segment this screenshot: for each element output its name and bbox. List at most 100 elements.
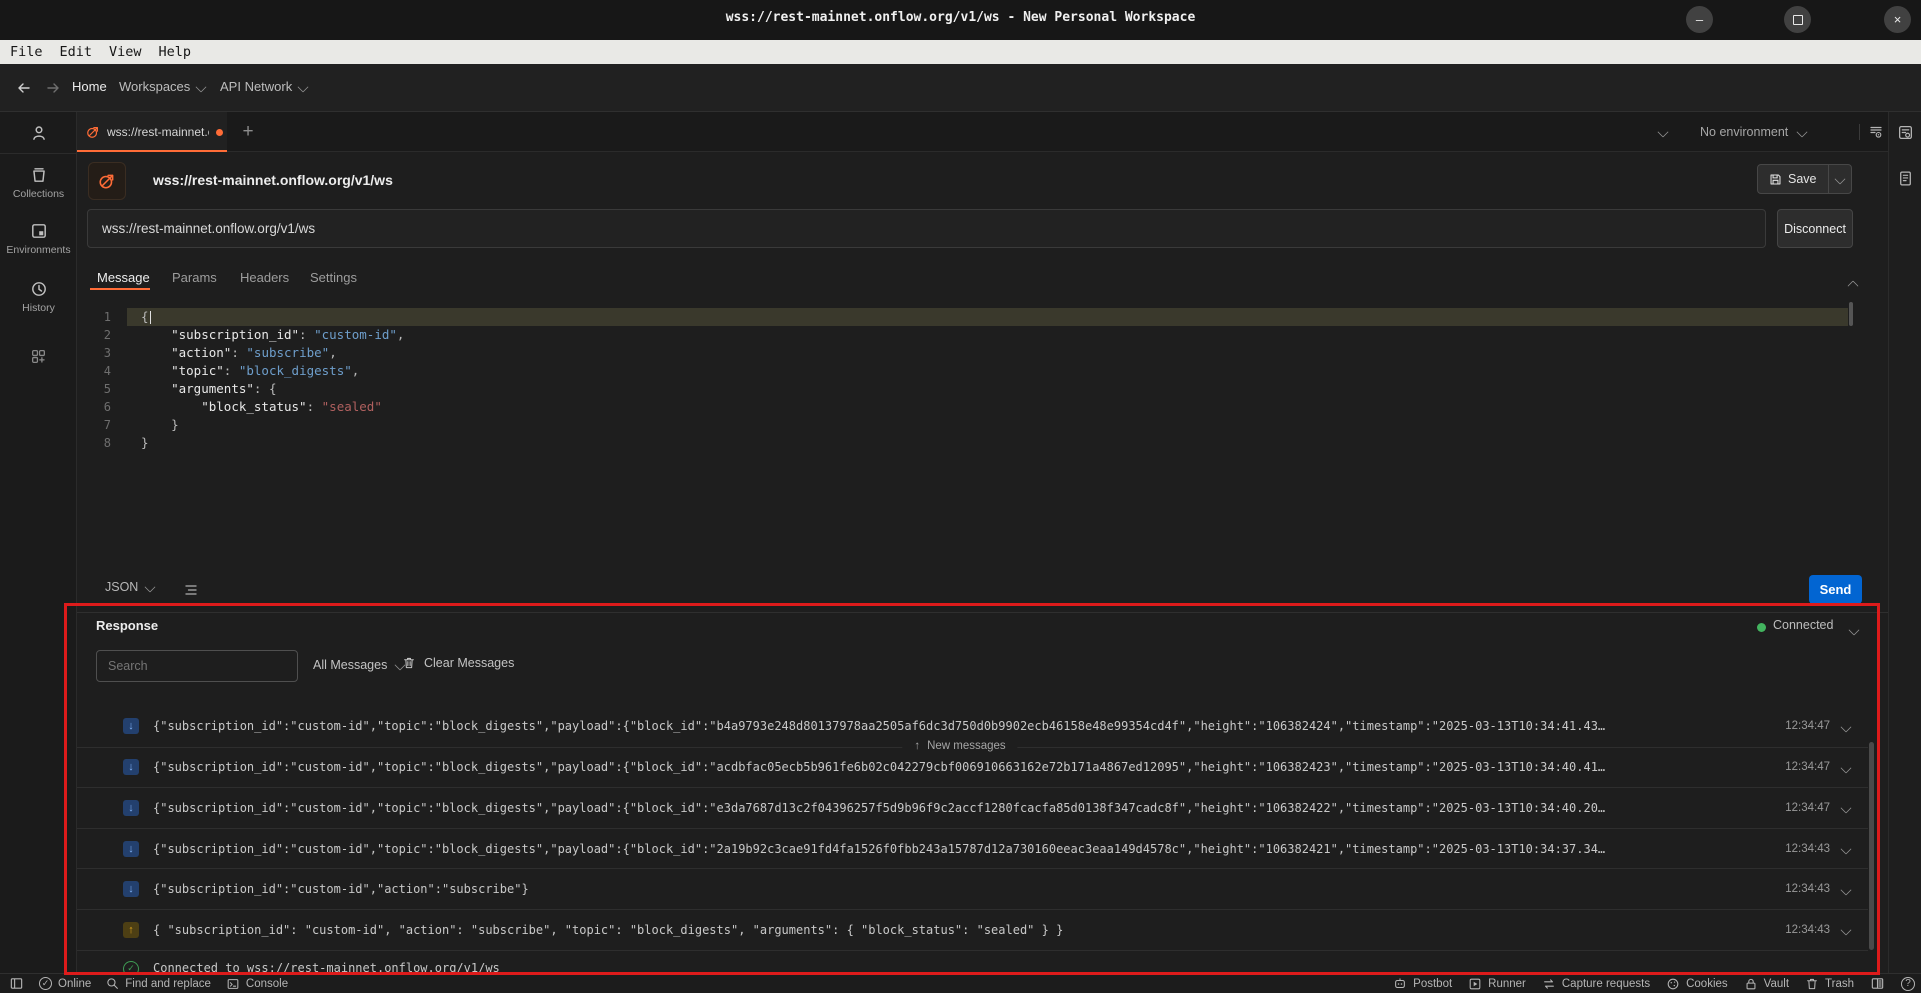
tab-overflow-chevron[interactable] xyxy=(1659,112,1667,152)
trash-icon xyxy=(1805,977,1819,991)
response-search-input[interactable] xyxy=(96,650,298,682)
restore-button[interactable] xyxy=(1784,6,1811,33)
sidebar-configure-icon[interactable] xyxy=(0,348,77,365)
received-arrow-icon: ↓ xyxy=(123,800,139,816)
message-type-select[interactable]: JSON xyxy=(105,580,154,594)
environment-eye-icon[interactable] xyxy=(1868,112,1884,152)
two-pane-view-icon[interactable] xyxy=(1870,976,1885,991)
lock-icon xyxy=(1744,977,1758,991)
back-arrow-icon[interactable] xyxy=(16,80,32,96)
editor-line[interactable]: 8} xyxy=(77,434,1848,452)
postbot-button[interactable]: Postbot xyxy=(1393,977,1452,991)
message-row[interactable]: ✓Connected to wss://rest-mainnet.onflow.… xyxy=(77,950,1868,973)
tab-settings[interactable]: Settings xyxy=(310,270,357,285)
help-icon[interactable]: ? xyxy=(1901,977,1915,991)
expand-message-chevron[interactable] xyxy=(1842,719,1850,734)
menu-edit[interactable]: Edit xyxy=(60,44,93,60)
message-row[interactable]: ↑{ "subscription_id": "custom-id", "acti… xyxy=(77,909,1868,950)
line-number: 4 xyxy=(77,362,127,380)
collections-icon xyxy=(30,166,48,184)
online-status[interactable]: ✓Online xyxy=(39,977,91,990)
menu-view[interactable]: View xyxy=(109,44,142,60)
sidebar-item-profile[interactable] xyxy=(0,124,77,142)
expand-message-chevron[interactable] xyxy=(1842,760,1850,775)
runner-button[interactable]: Runner xyxy=(1468,977,1526,991)
menu-help[interactable]: Help xyxy=(159,44,192,60)
text-caret xyxy=(150,311,152,324)
find-and-replace[interactable]: Find and replace xyxy=(106,977,211,990)
documentation-icon[interactable] xyxy=(1897,170,1914,187)
forward-arrow-icon[interactable] xyxy=(45,80,61,96)
clear-messages-button[interactable]: Clear Messages xyxy=(402,656,514,670)
message-text: {"subscription_id":"custom-id","action":… xyxy=(153,882,1762,896)
save-button[interactable]: Save xyxy=(1758,165,1828,193)
environment-selector[interactable]: No environment xyxy=(1700,112,1806,152)
editor-line[interactable]: 4 "topic": "block_digests", xyxy=(77,362,1848,380)
sent-arrow-icon: ↑ xyxy=(123,922,139,938)
message-text: {"subscription_id":"custom-id","topic":"… xyxy=(153,842,1762,856)
message-row[interactable]: ↓{"subscription_id":"custom-id","topic":… xyxy=(77,787,1868,828)
editor-line[interactable]: 5 "arguments": { xyxy=(77,380,1848,398)
editor-line[interactable]: 3 "action": "subscribe", xyxy=(77,344,1848,362)
message-editor[interactable]: 1{2 "subscription_id": "custom-id",3 "ac… xyxy=(77,308,1848,452)
request-tab[interactable]: wss://rest-mainnet.onflc xyxy=(77,112,227,152)
request-tab-strip: wss://rest-mainnet.onflc + No environmen… xyxy=(77,112,1888,152)
tab-params[interactable]: Params xyxy=(172,270,217,285)
sidebar-item-collections[interactable]: Collections xyxy=(0,166,77,200)
message-row[interactable]: ↓{"subscription_id":"custom-id","action"… xyxy=(77,868,1868,909)
websocket-url-input[interactable] xyxy=(87,209,1766,248)
floppy-icon xyxy=(1769,173,1782,186)
expand-message-chevron[interactable] xyxy=(1842,882,1850,897)
sidebar-item-history[interactable]: History xyxy=(0,280,77,314)
section-divider xyxy=(77,612,1888,613)
connection-chevron[interactable] xyxy=(1850,622,1858,637)
sidebar-label: Environments xyxy=(0,244,77,256)
message-row[interactable]: ↓{"subscription_id":"custom-id","topic":… xyxy=(77,828,1868,869)
collapse-editor-chevron[interactable] xyxy=(1849,278,1857,293)
new-tab-button[interactable]: + xyxy=(235,119,261,145)
close-button[interactable]: × xyxy=(1884,6,1911,33)
save-dropdown[interactable] xyxy=(1828,165,1851,193)
nav-home[interactable]: Home xyxy=(72,79,107,94)
grid-add-icon xyxy=(30,348,47,365)
editor-line[interactable]: 6 "block_status": "sealed" xyxy=(77,398,1848,416)
vault-button[interactable]: Vault xyxy=(1744,977,1789,991)
new-messages-indicator[interactable]: ↑ New messages xyxy=(902,738,1017,754)
expand-message-chevron[interactable] xyxy=(1842,841,1850,856)
console-button[interactable]: Console xyxy=(226,977,288,991)
disconnect-button[interactable]: Disconnect xyxy=(1777,209,1853,248)
send-button[interactable]: Send xyxy=(1809,575,1862,604)
received-arrow-icon: ↓ xyxy=(123,718,139,734)
toggle-sidebar-icon[interactable] xyxy=(9,976,24,991)
connection-status[interactable]: Connected xyxy=(1773,618,1833,632)
editor-line[interactable]: 7 } xyxy=(77,416,1848,434)
expand-message-chevron[interactable] xyxy=(1842,922,1850,937)
editor-line[interactable]: 2 "subscription_id": "custom-id", xyxy=(77,326,1848,344)
nav-api-network[interactable]: API Network xyxy=(220,79,307,94)
received-arrow-icon: ↓ xyxy=(123,759,139,775)
environment-quicklook-icon[interactable] xyxy=(1897,124,1914,141)
menu-file[interactable]: File xyxy=(10,44,43,60)
environment-name: No environment xyxy=(1700,125,1788,139)
editor-line[interactable]: 1{ xyxy=(77,308,1848,326)
tab-headers[interactable]: Headers xyxy=(240,270,289,285)
message-time: 12:34:47 xyxy=(1772,802,1830,814)
message-text: {"subscription_id":"custom-id","topic":"… xyxy=(153,719,1762,733)
tab-message[interactable]: Message xyxy=(97,270,150,285)
message-filter-dropdown[interactable]: All Messages xyxy=(313,658,404,672)
beautify-icon[interactable] xyxy=(183,582,199,598)
capture-requests-button[interactable]: Capture requests xyxy=(1542,977,1650,991)
minimize-button[interactable]: – xyxy=(1686,6,1713,33)
person-icon xyxy=(30,124,48,142)
nav-workspaces[interactable]: Workspaces xyxy=(119,79,205,94)
message-time: 12:34:43 xyxy=(1772,883,1830,895)
cookies-button[interactable]: Cookies xyxy=(1666,977,1728,991)
expand-message-chevron[interactable] xyxy=(1842,800,1850,815)
response-scrollbar[interactable] xyxy=(1869,742,1874,950)
trash-button[interactable]: Trash xyxy=(1805,977,1854,991)
status-bar: ✓Online Find and replace Console Postbot… xyxy=(0,973,1921,993)
sidebar-item-environments[interactable]: Environments xyxy=(0,222,77,256)
console-icon xyxy=(226,977,240,991)
top-navigation-bar: Home Workspaces API Network Invite Upgra… xyxy=(0,64,1921,112)
editor-scrollbar[interactable] xyxy=(1849,302,1853,326)
